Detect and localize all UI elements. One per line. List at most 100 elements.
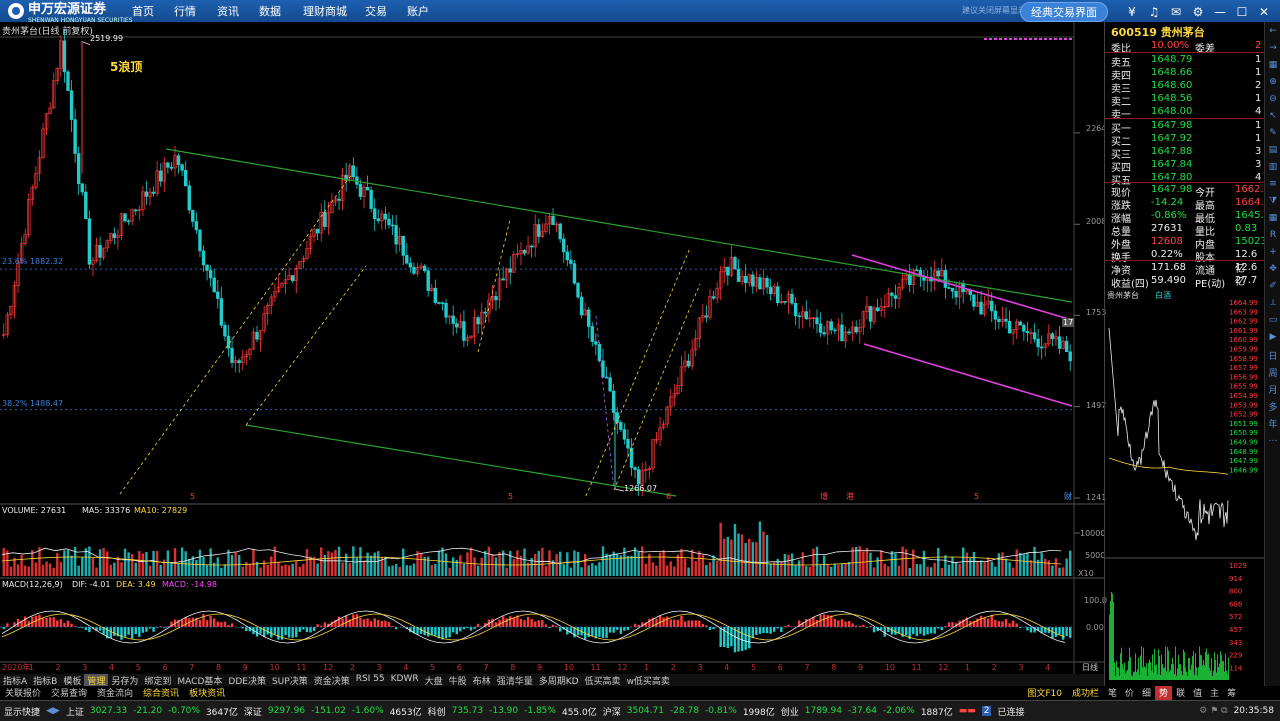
intraday-tab[interactable]: 联 bbox=[1172, 686, 1189, 700]
shortcut-toggle[interactable]: 显示快捷 bbox=[4, 705, 40, 718]
status-icons[interactable]: ⚙ ⚑ ⧉ bbox=[1199, 706, 1227, 716]
period-label[interactable]: 日线 bbox=[1082, 662, 1098, 673]
chart-icon[interactable]: ▤ bbox=[1266, 145, 1280, 158]
intraday-panel[interactable]: 贵州茅台 白酒 1664.991663.991662.991661.991660… bbox=[1104, 288, 1265, 686]
nav-arrows-icon[interactable]: ◀▶ bbox=[46, 706, 60, 716]
kline-chart-area[interactable]: 556增港5财2020年1234567891011122345678910111… bbox=[0, 22, 1104, 674]
volume-bar bbox=[252, 549, 254, 576]
intraday-volume-bar bbox=[1130, 657, 1131, 680]
info-tab-right[interactable]: 图文F10 bbox=[1022, 686, 1067, 700]
more-icon[interactable]: … bbox=[1266, 434, 1280, 447]
indicator-tab[interactable]: 低买高卖 bbox=[582, 674, 624, 686]
volume-bar bbox=[356, 558, 358, 576]
intraday-tab[interactable]: 势 bbox=[1155, 686, 1172, 700]
layout-icon[interactable]: ▥ bbox=[1266, 162, 1280, 175]
table-icon[interactable]: ▦ bbox=[1266, 213, 1280, 226]
indicator-tab[interactable]: 资金决策 bbox=[311, 674, 353, 686]
mail-icon[interactable]: ✉ bbox=[1168, 4, 1184, 20]
volume-bar bbox=[85, 548, 87, 576]
indicator-tab[interactable]: MACD基本 bbox=[174, 674, 225, 686]
nav-account[interactable]: 账户 bbox=[407, 3, 429, 19]
indicator-tab[interactable]: 布林 bbox=[470, 674, 494, 686]
intraday-tab[interactable]: 价 bbox=[1121, 686, 1138, 700]
indicator-tab[interactable]: SUP决策 bbox=[269, 674, 311, 686]
macd-bar bbox=[366, 618, 368, 627]
minimize-icon[interactable]: — bbox=[1212, 4, 1228, 20]
intraday-tab[interactable]: 值 bbox=[1189, 686, 1206, 700]
brand-logo[interactable]: 申万宏源证券SHENWAN HONGYUAN SECURITIES bbox=[8, 2, 133, 20]
indicator-tab[interactable]: 大盘 bbox=[422, 674, 446, 686]
info-tab[interactable]: 交易查询 bbox=[46, 686, 92, 700]
info-tab-right[interactable]: 成功栏 bbox=[1067, 686, 1104, 700]
candle-body bbox=[213, 278, 216, 292]
info-tab[interactable]: 关联报价 bbox=[0, 686, 46, 700]
indicator-tab[interactable]: 另存为 bbox=[108, 674, 141, 686]
close-icon[interactable]: ✕ bbox=[1256, 4, 1272, 20]
arrow-right-icon[interactable]: → bbox=[1266, 43, 1280, 56]
indicator-tab[interactable]: 指标A bbox=[0, 674, 30, 686]
nav-news[interactable]: 资讯 bbox=[217, 3, 239, 19]
volume-bar bbox=[627, 556, 629, 576]
pencil-icon[interactable]: ✎ bbox=[1266, 128, 1280, 141]
indicator-tab[interactable]: 强清华量 bbox=[494, 674, 536, 686]
macd-bar bbox=[862, 625, 864, 627]
move-icon[interactable]: ✥ bbox=[1266, 264, 1280, 277]
indicator-tab[interactable]: 模板 bbox=[60, 674, 84, 686]
nav-quotes[interactable]: 行情 bbox=[174, 3, 196, 19]
info-tab[interactable]: 板块资讯 bbox=[184, 686, 230, 700]
intraday-tab[interactable]: 主 bbox=[1206, 686, 1223, 700]
macd-bar bbox=[1001, 621, 1003, 627]
macd-bar bbox=[698, 621, 700, 627]
month-icon[interactable]: 月 bbox=[1266, 383, 1280, 396]
play-icon[interactable]: ▶ bbox=[1266, 332, 1280, 345]
list-icon[interactable]: ≡ bbox=[1266, 179, 1280, 192]
candle-body bbox=[231, 348, 234, 362]
candle-body bbox=[591, 327, 594, 342]
nav-trade[interactable]: 交易 bbox=[365, 3, 387, 19]
indicator-tab[interactable]: 管理 bbox=[84, 674, 108, 686]
cursor-icon[interactable]: ↖ bbox=[1266, 111, 1280, 124]
nav-data[interactable]: 数据 bbox=[259, 3, 281, 19]
indicator-tab[interactable]: 牛股 bbox=[446, 674, 470, 686]
info-tab[interactable]: 资金流向 bbox=[92, 686, 138, 700]
nav-wealth-mall[interactable]: 理财商城 bbox=[303, 3, 347, 19]
year-icon[interactable]: 年 bbox=[1266, 417, 1280, 430]
crop-icon[interactable]: ▭ bbox=[1266, 315, 1280, 328]
nav-home[interactable]: 首页 bbox=[132, 3, 154, 19]
volume-bar bbox=[299, 567, 301, 576]
filter-icon[interactable]: ⧩ bbox=[1266, 196, 1280, 209]
day-icon[interactable]: 日 bbox=[1266, 349, 1280, 362]
settings-icon[interactable]: ⚙ bbox=[1190, 4, 1206, 20]
rsi-icon[interactable]: R bbox=[1266, 230, 1280, 243]
indicator-tab[interactable]: KDWR bbox=[388, 674, 422, 686]
maximize-icon[interactable]: ☐ bbox=[1234, 4, 1250, 20]
volume-bar bbox=[1062, 567, 1064, 576]
money-icon[interactable]: ¥ bbox=[1124, 4, 1140, 20]
ask-price: 1648.60 bbox=[1151, 80, 1192, 91]
indicator-tab[interactable]: 指标B bbox=[30, 674, 60, 686]
intraday-tab[interactable]: 笔 bbox=[1104, 686, 1121, 700]
intraday-tab[interactable]: 筹 bbox=[1223, 686, 1240, 700]
pen-icon[interactable]: ✐ bbox=[1266, 281, 1280, 294]
classic-trade-button[interactable]: 经典交易界面 bbox=[1020, 2, 1108, 22]
candle-body bbox=[791, 294, 794, 303]
zoom-in-icon[interactable]: ⊕ bbox=[1266, 77, 1280, 90]
zoom-out-icon[interactable]: ⊖ bbox=[1266, 94, 1280, 107]
indicator-tab[interactable]: w低买高卖 bbox=[624, 674, 673, 686]
grid-icon[interactable]: ▦ bbox=[1266, 60, 1280, 73]
indicator-tab[interactable]: RSI 55 bbox=[353, 674, 388, 686]
headset-icon[interactable]: ♫ bbox=[1146, 4, 1162, 20]
add-icon[interactable]: + bbox=[1266, 247, 1280, 260]
volume-bar bbox=[948, 565, 950, 576]
multi-icon[interactable]: 多 bbox=[1266, 400, 1280, 413]
intraday-tab[interactable]: 细 bbox=[1138, 686, 1155, 700]
indicator-tab[interactable]: 绑定到 bbox=[141, 674, 174, 686]
indicator-tab[interactable]: 多周期KD bbox=[536, 674, 582, 686]
ruler-icon[interactable]: ⟂ bbox=[1266, 298, 1280, 311]
arrow-left-icon[interactable]: ← bbox=[1266, 26, 1280, 39]
macd-bar bbox=[759, 627, 761, 634]
week-icon[interactable]: 周 bbox=[1266, 366, 1280, 379]
info-tab[interactable]: 综合资讯 bbox=[138, 686, 184, 700]
volume-bar bbox=[837, 565, 839, 576]
indicator-tab[interactable]: DDE决策 bbox=[225, 674, 269, 686]
